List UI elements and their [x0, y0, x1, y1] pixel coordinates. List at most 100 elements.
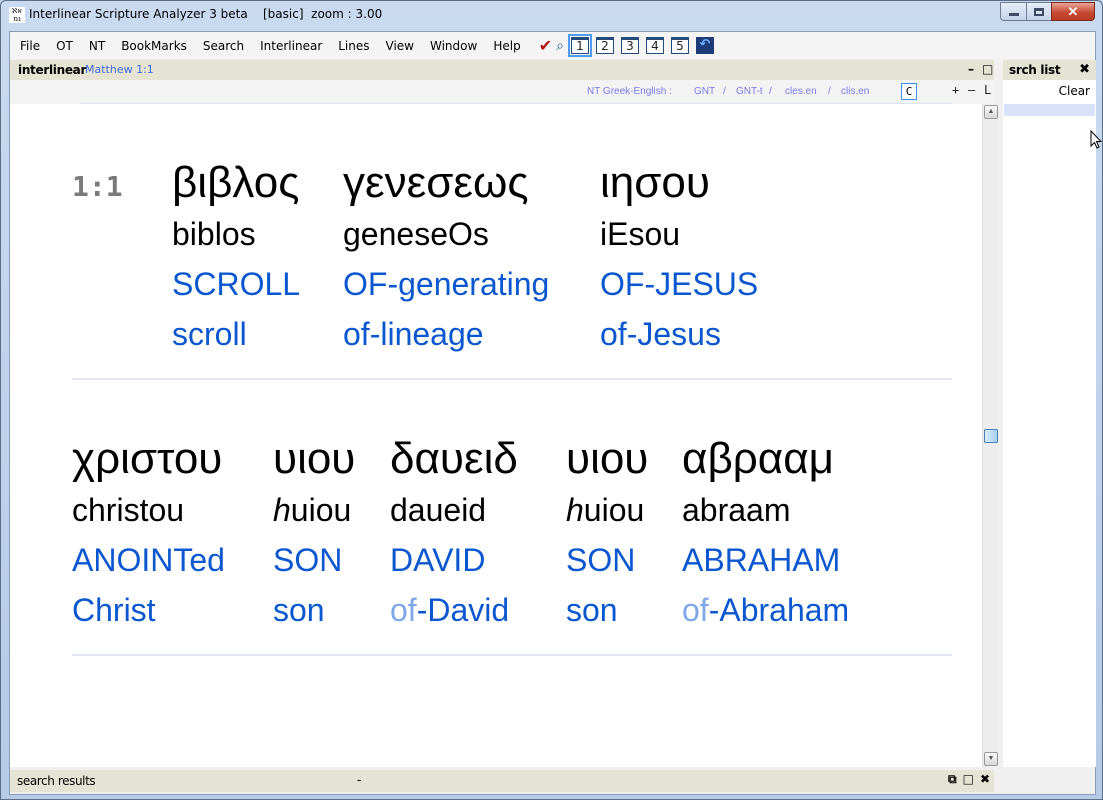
- search-results-controls: ⧉ □ ✖: [948, 772, 990, 787]
- greek-word: υιου: [566, 434, 649, 483]
- greek-word: βιβλος: [172, 158, 300, 207]
- english-gloss: of-Jesus: [600, 316, 721, 352]
- menu-help[interactable]: Help: [485, 39, 528, 53]
- version-clis-en[interactable]: clis.en: [841, 86, 869, 97]
- search-list-header: srch list ✖: [1003, 60, 1096, 80]
- concordant-gloss: OF-generating: [343, 266, 550, 302]
- english-gloss: scroll: [172, 316, 247, 352]
- interlinear-content: 1:1 βιβλος biblos SCROLL scroll γενεσεως…: [10, 104, 979, 759]
- title-bar: ℵא נמ Interlinear Scripture Analyzer 3 b…: [1, 1, 1102, 29]
- interlinear-pane-header: interlinear Matthew 1:1 – □: [10, 60, 994, 80]
- layout-button-4[interactable]: 4: [645, 37, 664, 54]
- version-bar: NT Greek-English : GNT / GNT-t / cles.en…: [10, 80, 994, 104]
- line-toggle-button[interactable]: L: [984, 83, 991, 97]
- greek-word: υιου: [273, 434, 356, 483]
- scroll-up-button[interactable]: ▲: [984, 105, 998, 119]
- clear-button[interactable]: Clear: [1059, 84, 1090, 98]
- english-prefix: of: [390, 592, 417, 628]
- concordant-gloss: DAVID: [390, 542, 486, 578]
- mouse-cursor-icon: [1090, 130, 1102, 149]
- search-icon[interactable]: ⌕: [556, 38, 564, 54]
- english-gloss: son: [566, 592, 618, 628]
- translit-body: uiou: [290, 492, 352, 528]
- transliteration: biblos: [172, 216, 256, 252]
- app-logo-icon: ℵא נמ: [9, 7, 25, 23]
- greek-word: γενεσεως: [343, 158, 529, 207]
- transliteration: iEsou: [600, 216, 681, 252]
- concordant-gloss: SCROLL: [172, 266, 301, 302]
- close-icon: ✕: [1067, 3, 1079, 19]
- word-block[interactable]: υιου huiou SON son: [273, 432, 355, 636]
- window-controls: ✕: [1000, 2, 1095, 21]
- english-body: -David: [416, 592, 510, 628]
- client-area: File OT NT BookMarks Search Interlinear …: [9, 31, 1096, 795]
- maximize-button[interactable]: [1026, 2, 1051, 21]
- version-gnt[interactable]: GNT: [694, 86, 715, 97]
- english-body: -Abraham: [708, 592, 850, 628]
- pane-minimize-icon[interactable]: –: [968, 62, 974, 76]
- close-button[interactable]: ✕: [1051, 2, 1095, 21]
- english-gloss: of-Abraham: [682, 585, 849, 636]
- search-results-status: -: [357, 773, 362, 787]
- concordant-gloss: ANOINTed: [72, 542, 225, 578]
- version-cles-en[interactable]: cles.en: [785, 86, 817, 97]
- layout-button-3[interactable]: 3: [620, 37, 639, 54]
- menu-interlinear[interactable]: Interlinear: [252, 39, 330, 53]
- word-block[interactable]: υιου huiou SON son: [566, 432, 648, 636]
- word-block[interactable]: αβρααμ abraam ABRAHAM of-Abraham: [682, 432, 849, 636]
- undo-icon[interactable]: ↶: [695, 37, 714, 54]
- word-block[interactable]: βιβλος biblos SCROLL scroll: [172, 156, 300, 360]
- minimize-button[interactable]: [1000, 2, 1026, 21]
- concordant-gloss: ABRAHAM: [682, 542, 841, 578]
- verse-number[interactable]: 1:1: [72, 170, 123, 203]
- maximize-icon[interactable]: □: [963, 772, 974, 787]
- verse-reference[interactable]: Matthew 1:1: [85, 63, 154, 76]
- c-toggle-button[interactable]: C: [901, 83, 917, 100]
- menu-window[interactable]: Window: [422, 39, 485, 53]
- transliteration: daueid: [390, 492, 487, 528]
- menu-file[interactable]: File: [10, 39, 48, 53]
- zoom-in-button[interactable]: +: [952, 83, 959, 97]
- scroll-down-button[interactable]: ▼: [984, 752, 998, 766]
- vertical-scrollbar[interactable]: ▲ ▼: [982, 104, 998, 767]
- minimize-icon: [1008, 13, 1019, 16]
- english-gloss: of-David: [390, 585, 518, 636]
- search-results-title: search results: [17, 774, 96, 788]
- version-separator: /: [769, 86, 772, 97]
- word-block[interactable]: γενεσεως geneseOs OF-generating of-linea…: [343, 156, 549, 360]
- layout-button-1[interactable]: 1: [567, 34, 592, 57]
- greek-word: χριστου: [72, 434, 223, 483]
- close-icon[interactable]: ✖: [980, 772, 990, 787]
- english-gloss: Christ: [72, 592, 156, 628]
- search-list-selected-row[interactable]: [1004, 104, 1095, 116]
- version-separator: /: [828, 86, 831, 97]
- word-block[interactable]: δαυειδ daueid DAVID of-David: [390, 432, 518, 636]
- close-icon[interactable]: ✖: [1079, 62, 1090, 77]
- zoom-out-button[interactable]: –: [968, 83, 975, 97]
- transliteration: geneseOs: [343, 216, 489, 252]
- menu-bar: File OT NT BookMarks Search Interlinear …: [10, 32, 1095, 59]
- word-block[interactable]: ιησου iEsou OF-JESUS of-Jesus: [600, 156, 758, 360]
- search-list-title: srch list: [1009, 63, 1061, 77]
- restore-icon[interactable]: ⧉: [948, 772, 957, 787]
- menu-nt[interactable]: NT: [81, 39, 113, 53]
- pane-title: interlinear: [18, 63, 87, 77]
- menu-ot[interactable]: OT: [48, 39, 81, 53]
- concordant-gloss: SON: [273, 542, 343, 578]
- checkmark-icon[interactable]: ✔: [539, 36, 552, 55]
- word-block[interactable]: χριστου christou ANOINTed Christ: [72, 432, 225, 636]
- layout-button-5[interactable]: 5: [670, 37, 689, 54]
- layout-button-2[interactable]: 2: [595, 37, 614, 54]
- version-gnt-t[interactable]: GNT-t: [736, 86, 763, 97]
- concordant-gloss: SON: [566, 542, 636, 578]
- pane-maximize-icon[interactable]: □: [982, 62, 993, 76]
- menu-bookmarks[interactable]: BookMarks: [113, 39, 195, 53]
- scroll-thumb[interactable]: [984, 429, 998, 443]
- english-gloss: of-lineage: [343, 316, 484, 352]
- transliteration: huiou: [273, 485, 355, 535]
- translit-prefix: h: [566, 492, 584, 528]
- transliteration: abraam: [682, 492, 791, 528]
- menu-view[interactable]: View: [378, 39, 422, 53]
- menu-lines[interactable]: Lines: [330, 39, 377, 53]
- menu-search[interactable]: Search: [195, 39, 252, 53]
